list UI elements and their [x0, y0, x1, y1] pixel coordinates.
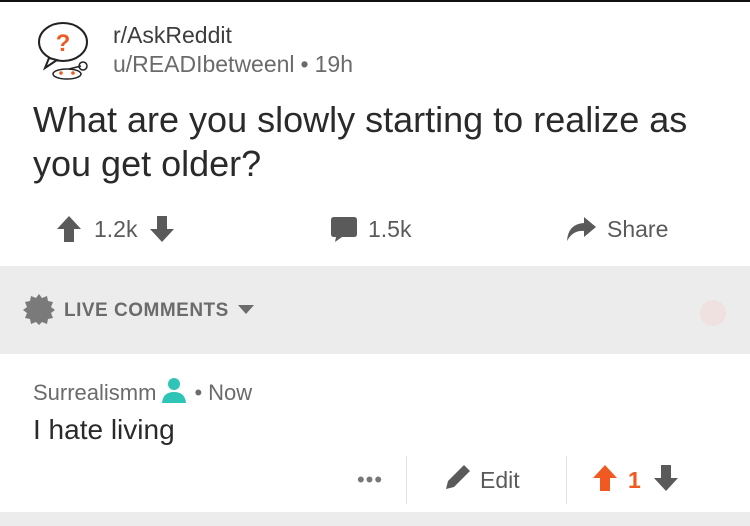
- comment-age: Now: [208, 380, 253, 405]
- upvote-arrow-icon[interactable]: [592, 464, 618, 497]
- bottom-band: [0, 512, 750, 526]
- more-options-button[interactable]: •••: [340, 454, 400, 506]
- comment-action-bar: ••• Edit 1: [0, 454, 750, 506]
- post-byline: u/READIbetweenl • 19h: [113, 49, 353, 79]
- speech-bubble-icon: [330, 215, 358, 243]
- user-person-icon: [160, 376, 188, 410]
- comment-author[interactable]: Surrealismm: [33, 380, 156, 406]
- author-link[interactable]: u/READIbetweenl: [113, 51, 295, 77]
- comment-byline: Surrealismm • Now: [33, 376, 252, 410]
- live-comments-toggle[interactable]: LIVE COMMENTS: [22, 292, 255, 330]
- live-comments-label: LIVE COMMENTS: [64, 300, 229, 321]
- live-indicator: [700, 300, 726, 326]
- comments-button[interactable]: 1.5k: [330, 205, 411, 253]
- comment-vote-group: 1: [592, 454, 679, 506]
- post-age: 19h: [314, 51, 353, 77]
- post-action-bar: 1.2k 1.5k Share: [0, 205, 750, 253]
- share-label: Share: [607, 215, 669, 242]
- downvote-arrow-icon[interactable]: [653, 464, 679, 497]
- comment-body: I hate living: [33, 414, 175, 445]
- gear-badge-icon: [22, 292, 56, 331]
- edit-button[interactable]: Edit: [444, 454, 520, 506]
- post-title[interactable]: What are you slowly starting to realize …: [33, 98, 713, 186]
- svg-text:?: ?: [56, 30, 71, 57]
- post-meta: r/AskReddit u/READIbetweenl • 19h: [113, 21, 353, 79]
- pencil-icon: [444, 463, 472, 497]
- post-header: ? r/AskReddit u/READIbetweenl • 19h: [33, 20, 353, 80]
- upvote-arrow-icon[interactable]: [56, 215, 82, 243]
- action-divider: [406, 456, 407, 504]
- subreddit-link[interactable]: r/AskReddit: [113, 21, 353, 49]
- comment: Surrealismm • Now I hate living ••• Edit…: [0, 354, 750, 514]
- askreddit-snoo-icon[interactable]: ?: [33, 20, 93, 80]
- share-button[interactable]: Share: [565, 205, 668, 253]
- caret-down-icon: [237, 302, 255, 320]
- top-divider: [0, 0, 750, 2]
- byline-separator: •: [300, 51, 309, 77]
- action-divider: [566, 456, 567, 504]
- share-arrow-icon: [565, 216, 597, 242]
- comment-byline-separator: •: [194, 380, 203, 405]
- post-score: 1.2k: [94, 215, 138, 242]
- downvote-arrow-icon[interactable]: [149, 215, 175, 243]
- comment-score: 1: [628, 466, 641, 493]
- post-vote-group: 1.2k: [56, 205, 175, 253]
- comment-count: 1.5k: [368, 215, 412, 242]
- edit-label: Edit: [480, 466, 520, 493]
